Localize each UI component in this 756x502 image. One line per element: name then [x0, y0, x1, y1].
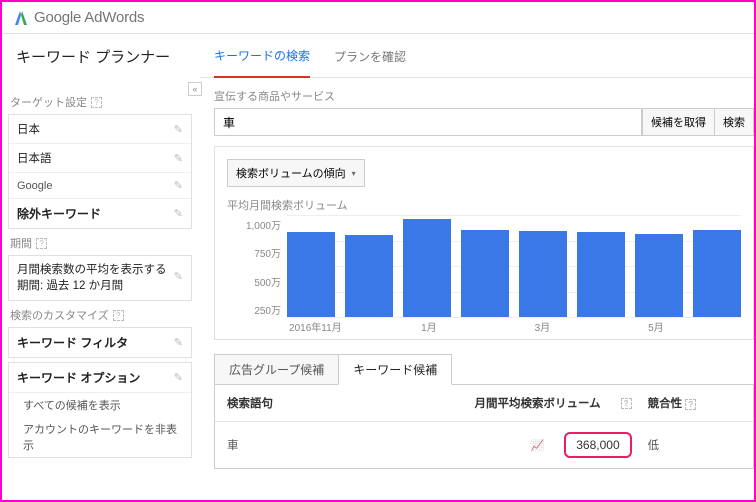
pencil-icon[interactable]: ✎ [174, 123, 183, 136]
table-row[interactable]: 車 📈 368,000 低 [215, 422, 753, 468]
targeting-panel: 日本 ✎ 日本語 ✎ Google ✎ 除外キーワード ✎ [8, 114, 192, 229]
bar[interactable] [519, 231, 567, 317]
th-search-term: 検索語句 [227, 395, 414, 411]
bar[interactable] [461, 230, 509, 317]
pencil-icon[interactable]: ✎ [174, 207, 183, 220]
target-location[interactable]: 日本 ✎ [9, 115, 191, 144]
period-label: 期間 ? [10, 235, 192, 251]
x-tick [344, 319, 401, 335]
pencil-icon[interactable]: ✎ [174, 270, 183, 285]
bar[interactable] [403, 219, 451, 317]
x-tick [684, 319, 741, 335]
targeting-label: ターゲット設定 ? [10, 94, 192, 110]
bar[interactable] [635, 234, 683, 317]
table-header: 検索語句 月間平均検索ボリューム ? 競合性 ? [215, 385, 753, 422]
right-column: キーワードの検索 プランを確認 宣伝する商品やサービス 候補を取得 検索 検索ボ… [200, 34, 754, 500]
chart-panel: 検索ボリュームの傾向 ▾ 平均月間検索ボリューム 1,000万 750万 500… [214, 146, 754, 340]
cell-competition: 低 [632, 437, 741, 453]
app-header: Google AdWords [2, 2, 754, 34]
x-tick [457, 319, 514, 335]
volume-value: 368,000 [564, 432, 631, 458]
left-column: キーワード プランナー ターゲット設定 ? 日本 ✎ 日本語 ✎ Google … [2, 34, 200, 500]
keyword-options[interactable]: キーワード オプション ✎ [9, 363, 191, 393]
pencil-icon[interactable]: ✎ [174, 336, 183, 349]
main-tabs: キーワードの検索 プランを確認 [200, 34, 754, 78]
results-tabs: 広告グループ候補 キーワード候補 [214, 354, 754, 385]
volume-trend-dropdown[interactable]: 検索ボリュームの傾向 ▾ [227, 159, 365, 187]
page-title: キーワード プランナー [2, 34, 200, 78]
tab-adgroup-ideas[interactable]: 広告グループ候補 [214, 354, 339, 385]
x-tick: 3月 [514, 319, 571, 335]
period-panel: 月間検索数の平均を表示する期間: 過去 12 か月間 ✎ [8, 255, 192, 301]
help-icon[interactable]: ? [91, 97, 102, 108]
pencil-icon[interactable]: ✎ [174, 179, 183, 192]
target-language[interactable]: 日本語 ✎ [9, 144, 191, 173]
option-hide-account: アカウントのキーワードを非表示 [9, 417, 191, 457]
x-tick: 5月 [628, 319, 685, 335]
main-area: キーワード プランナー ターゲット設定 ? 日本 ✎ 日本語 ✎ Google … [2, 34, 754, 500]
x-tick: 1月 [401, 319, 458, 335]
filter-panel: キーワード フィルタ ✎ [8, 327, 192, 358]
content-area: 宣伝する商品やサービス 候補を取得 検索 検索ボリュームの傾向 ▾ 平均月間検索… [200, 78, 754, 469]
option-show-all: すべての候補を表示 [9, 393, 191, 417]
search-row: 候補を取得 検索 [214, 108, 754, 136]
y-axis: 1,000万 750万 500万 250万 [227, 215, 287, 335]
help-icon[interactable]: ? [113, 310, 124, 321]
promo-label: 宣伝する商品やサービス [214, 88, 754, 104]
help-icon[interactable]: ? [685, 399, 696, 410]
collapse-sidebar-button[interactable]: « [188, 82, 202, 96]
th-competition: 競合性 ? [632, 395, 741, 411]
cell-term: 車 [227, 437, 414, 453]
pencil-icon[interactable]: ✎ [174, 371, 183, 384]
results-table: 検索語句 月間平均検索ボリューム ? 競合性 ? 車 📈 368,000 [214, 384, 754, 469]
help-icon[interactable]: ? [36, 238, 47, 249]
pencil-icon[interactable]: ✎ [174, 152, 183, 165]
bar[interactable] [693, 230, 741, 317]
period-setting[interactable]: 月間検索数の平均を表示する期間: 過去 12 か月間 ✎ [9, 256, 191, 300]
negative-keywords[interactable]: 除外キーワード ✎ [9, 199, 191, 228]
sidebar: ターゲット設定 ? 日本 ✎ 日本語 ✎ Google ✎ 除外キーワード [2, 78, 200, 462]
chart-title: 平均月間検索ボリューム [227, 197, 741, 213]
sparkline-icon[interactable]: 📈 [531, 439, 545, 452]
chevron-down-icon: ▾ [352, 169, 356, 178]
x-tick: 2016年11月 [287, 319, 344, 335]
help-icon[interactable]: ? [621, 398, 632, 409]
bar[interactable] [287, 232, 335, 317]
tab-review-plan[interactable]: プランを確認 [334, 48, 406, 77]
target-network[interactable]: Google ✎ [9, 173, 191, 199]
tab-keyword-search[interactable]: キーワードの検索 [214, 47, 310, 78]
adwords-logo-icon [14, 10, 28, 26]
keyword-filter[interactable]: キーワード フィルタ ✎ [9, 328, 191, 357]
search-button[interactable]: 検索 [715, 108, 754, 136]
bars [287, 215, 741, 317]
chart-area: 1,000万 750万 500万 250万 [227, 215, 741, 335]
x-axis: 2016年11月 1月 3月 5月 [287, 319, 741, 335]
bar[interactable] [345, 235, 393, 317]
bars-wrap: 2016年11月 1月 3月 5月 [287, 215, 741, 335]
th-volume: 月間平均検索ボリューム ? [414, 395, 632, 411]
product-name: Google AdWords [34, 9, 144, 26]
options-panel: キーワード オプション ✎ すべての候補を表示 アカウントのキーワードを非表示 [8, 362, 192, 458]
bar[interactable] [577, 232, 625, 317]
cell-volume: 📈 368,000 [414, 432, 632, 458]
x-tick [571, 319, 628, 335]
tab-keyword-ideas[interactable]: キーワード候補 [338, 354, 452, 385]
get-ideas-button[interactable]: 候補を取得 [642, 108, 715, 136]
customize-label: 検索のカスタマイズ ? [10, 307, 192, 323]
keyword-input[interactable] [214, 108, 642, 136]
